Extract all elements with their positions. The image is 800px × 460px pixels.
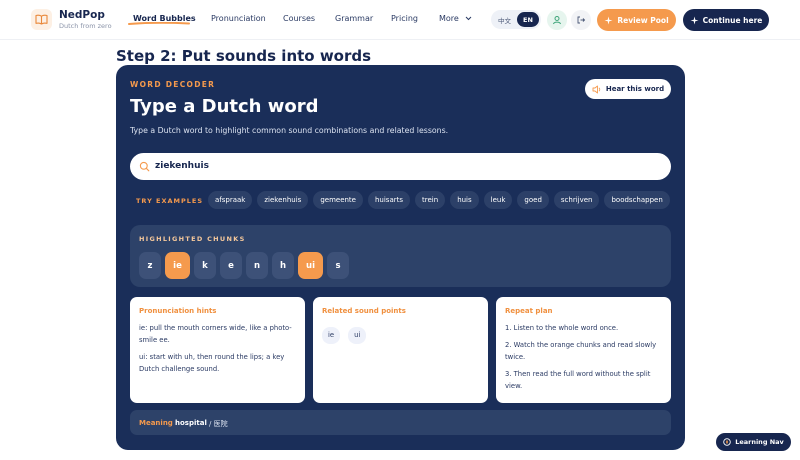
nav-courses[interactable]: Courses bbox=[283, 14, 315, 23]
word-search-input[interactable]: ziekenhuis bbox=[130, 153, 671, 180]
chunk-tile: n bbox=[246, 252, 268, 279]
repeat-title: Repeat plan bbox=[505, 307, 553, 315]
chunk-tile: e bbox=[220, 252, 242, 279]
sound-tag[interactable]: ui bbox=[348, 327, 367, 344]
repeat-step: 1. Listen to the whole word once. bbox=[505, 324, 619, 332]
search-icon bbox=[139, 161, 150, 172]
example-chip[interactable]: goed bbox=[517, 191, 549, 209]
meaning-label: Meaning bbox=[139, 419, 173, 427]
example-chip[interactable]: trein bbox=[415, 191, 446, 209]
meaning-bar: Meaning hospital / 医院 bbox=[130, 410, 671, 435]
lang-en-option[interactable]: EN bbox=[517, 12, 539, 27]
logout-icon[interactable] bbox=[571, 10, 591, 30]
meaning-chinese: / 医院 bbox=[209, 420, 228, 428]
language-switch[interactable]: 中文 EN bbox=[491, 10, 541, 29]
example-chip[interactable]: huisarts bbox=[367, 191, 411, 209]
repeat-step: 3. Then read the full word without the s… bbox=[505, 370, 651, 390]
pronunciation-hints-card: Pronunciation hints ie: pull the mouth c… bbox=[130, 297, 305, 403]
example-chip[interactable]: boodschappen bbox=[604, 191, 670, 209]
learning-nav-button[interactable]: Learning Nav bbox=[716, 433, 791, 451]
compass-icon bbox=[723, 438, 731, 446]
learning-nav-label: Learning Nav bbox=[735, 438, 784, 446]
decoder-description: Type a Dutch word to highlight common so… bbox=[130, 126, 449, 135]
search-value: ziekenhuis bbox=[155, 161, 209, 171]
example-chip[interactable]: leuk bbox=[483, 191, 513, 209]
sparkle-icon bbox=[604, 16, 613, 24]
related-title: Related sound points bbox=[322, 307, 406, 315]
chunk-tile: z bbox=[139, 252, 161, 279]
chunk-list: z ie k e n h ui s bbox=[139, 252, 349, 279]
hints-title: Pronunciation hints bbox=[139, 307, 217, 315]
related-sounds-card: Related sound points ie ui bbox=[313, 297, 488, 403]
nav-grammar[interactable]: Grammar bbox=[335, 14, 373, 23]
continue-here-button[interactable]: Continue here bbox=[683, 9, 769, 31]
lang-zh-option[interactable]: 中文 bbox=[498, 15, 511, 25]
repeat-plan-card: Repeat plan 1. Listen to the whole word … bbox=[496, 297, 671, 403]
try-examples-label: TRY EXAMPLES bbox=[136, 197, 204, 205]
brand-name[interactable]: NedPop bbox=[59, 9, 105, 21]
hint-text: ui: start with uh, then round the lips; … bbox=[139, 353, 285, 373]
review-pool-label: Review Pool bbox=[617, 15, 669, 25]
hear-word-button[interactable]: Hear this word bbox=[585, 79, 671, 99]
nav-word-bubbles[interactable]: Word Bubbles bbox=[133, 14, 196, 23]
chunk-tile: ie bbox=[165, 252, 190, 279]
meaning-value: hospital bbox=[175, 419, 207, 427]
repeat-step: 2. Watch the orange chunks and read slow… bbox=[505, 341, 657, 361]
example-chip[interactable]: schrijven bbox=[553, 191, 600, 209]
nav-more[interactable]: More bbox=[439, 14, 472, 23]
user-icon[interactable] bbox=[547, 10, 567, 30]
example-chip[interactable]: afspraak bbox=[208, 191, 253, 209]
nav-pronunciation[interactable]: Pronunciation bbox=[211, 14, 266, 23]
chevron-down-icon bbox=[466, 16, 472, 21]
chunk-tile: h bbox=[272, 252, 294, 279]
page-title: Step 2: Put sounds into words bbox=[116, 47, 372, 65]
word-decoder-card: WORD DECODER Type a Dutch word Type a Du… bbox=[116, 65, 685, 450]
sparkle-icon bbox=[690, 16, 699, 24]
continue-here-label: Continue here bbox=[702, 15, 763, 25]
example-chip[interactable]: ziekenhuis bbox=[257, 191, 309, 209]
top-nav: NedPop Dutch from zero Word Bubbles Pron… bbox=[0, 0, 800, 40]
example-chip[interactable]: gemeente bbox=[313, 191, 363, 209]
decoder-eyebrow: WORD DECODER bbox=[130, 80, 216, 89]
nav-more-label: More bbox=[439, 14, 459, 23]
chunk-tile: s bbox=[327, 252, 349, 279]
example-chip[interactable]: huis bbox=[450, 191, 479, 209]
book-logo-icon[interactable] bbox=[31, 9, 52, 30]
review-pool-button[interactable]: Review Pool bbox=[597, 9, 676, 31]
chunk-tile: ui bbox=[298, 252, 323, 279]
nav-pricing[interactable]: Pricing bbox=[391, 14, 418, 23]
chunk-tile: k bbox=[194, 252, 216, 279]
decoder-title: Type a Dutch word bbox=[130, 96, 319, 117]
brand-tagline: Dutch from zero bbox=[59, 22, 112, 30]
highlighted-chunks-title: HIGHLIGHTED CHUNKS bbox=[139, 235, 246, 243]
highlighted-chunks-panel: HIGHLIGHTED CHUNKS z ie k e n h ui s bbox=[130, 225, 671, 287]
speaker-icon bbox=[592, 85, 601, 93]
hint-text: ie: pull the mouth corners wide, like a … bbox=[139, 324, 292, 344]
hear-word-label: Hear this word bbox=[605, 85, 665, 93]
sound-tag[interactable]: ie bbox=[322, 327, 341, 344]
example-chips: afspraak ziekenhuis gemeente huisarts tr… bbox=[208, 191, 670, 209]
